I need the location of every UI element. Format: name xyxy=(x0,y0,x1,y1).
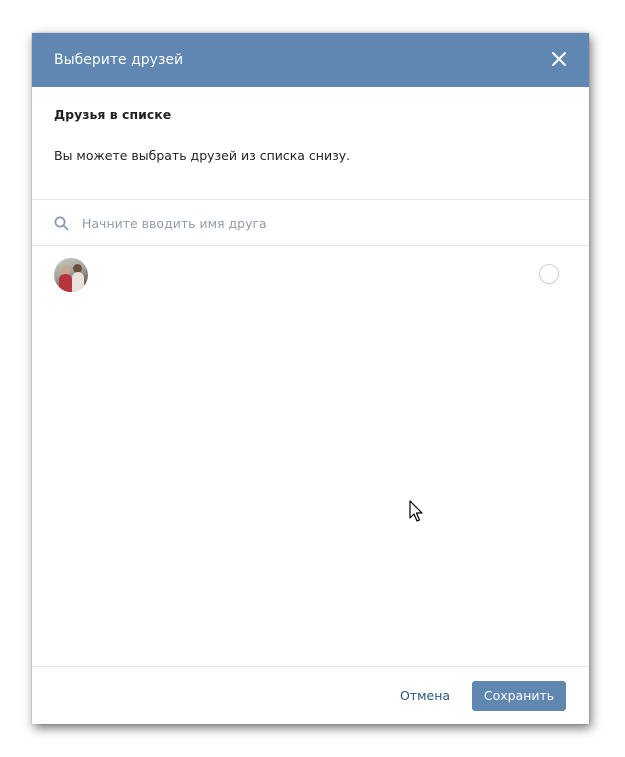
friend-list-item[interactable] xyxy=(32,254,589,296)
close-button[interactable] xyxy=(549,49,569,69)
divider xyxy=(32,245,589,246)
cancel-button[interactable]: Отмена xyxy=(390,681,460,711)
dialog-title: Выберите друзей xyxy=(54,52,184,68)
close-icon xyxy=(552,52,566,66)
friend-select-checkbox[interactable] xyxy=(539,264,559,284)
dialog-header: Выберите друзей xyxy=(32,33,589,87)
background-page xyxy=(586,33,625,726)
save-button[interactable]: Сохранить xyxy=(472,681,566,711)
search-input[interactable] xyxy=(82,210,562,236)
avatar xyxy=(54,258,88,292)
search-icon xyxy=(54,216,69,231)
mouse-cursor-icon xyxy=(409,500,423,522)
search-row xyxy=(32,200,589,246)
select-friends-dialog: Выберите друзей Друзья в списке Вы может… xyxy=(32,33,589,724)
dialog-footer: Отмена Сохранить xyxy=(32,666,589,724)
list-section-title: Друзья в списке xyxy=(54,107,172,122)
list-section-description: Вы можете выбрать друзей из списка снизу… xyxy=(54,148,351,163)
